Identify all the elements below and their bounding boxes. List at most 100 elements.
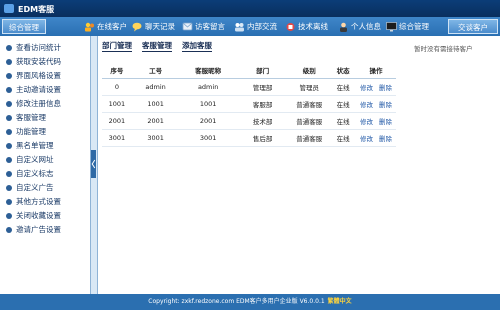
tab-agent-management[interactable]: 客服管理 <box>142 40 172 52</box>
bullet-icon <box>6 45 12 51</box>
table-cell: 在线 <box>330 78 356 96</box>
menu-personal-info[interactable]: 个人信息 <box>338 20 381 33</box>
sidebar-item-feature-management[interactable]: 功能管理 <box>6 126 46 138</box>
table-cell: 3001 <box>131 129 180 147</box>
right-panel: 暂时没有需接待客户 <box>410 36 500 294</box>
table-cell: 1001 <box>179 95 237 113</box>
table-cell: admin <box>179 78 237 96</box>
sidebar-item-install-code[interactable]: 获取安装代码 <box>6 56 61 68</box>
bullet-icon <box>6 87 12 93</box>
agent-table: 序号 工号 客服昵称 部门 级别 状态 操作 0 admin admin 管理部… <box>102 62 396 147</box>
monitor-icon <box>386 22 397 32</box>
table-cell: 在线 <box>330 95 356 113</box>
edit-link[interactable]: 修改 <box>360 135 373 143</box>
actions-cell: 修改 删除 <box>356 95 396 113</box>
delete-link[interactable]: 删除 <box>379 101 392 109</box>
chevron-left-icon <box>91 159 96 169</box>
tab-department-management[interactable]: 部门管理 <box>102 40 132 52</box>
sidebar-item-agent-management[interactable]: 客服管理 <box>6 112 46 124</box>
sidebar-item-ui-style[interactable]: 界面风格设置 <box>6 70 61 82</box>
collapse-left-handle[interactable] <box>91 150 96 178</box>
delete-link[interactable]: 删除 <box>379 118 392 126</box>
sidebar-item-other-methods[interactable]: 其他方式设置 <box>6 196 61 208</box>
tech-icon <box>285 22 296 32</box>
table-cell: 普通客服 <box>288 129 331 147</box>
table-cell: 1001 <box>102 95 132 113</box>
menu-bar: 综合管理 在线客户 聊天记录 访客留言 内部交流 技术离线 个人信息 综合管理 … <box>0 17 500 36</box>
bullet-icon <box>6 101 12 107</box>
bullet-icon <box>6 185 12 191</box>
sidebar: 查看访问统计 获取安装代码 界面风格设置 主动邀请设置 修改注册信息 客服管理 … <box>0 36 91 294</box>
menu-tech-offline[interactable]: 技术离线 <box>285 20 328 33</box>
sidebar-item-custom-url[interactable]: 自定义网址 <box>6 154 54 166</box>
table-cell: 普通客服 <box>288 95 331 113</box>
actions-cell: 修改 删除 <box>356 112 396 130</box>
edit-link[interactable]: 修改 <box>360 84 373 92</box>
chat-icon <box>132 22 143 32</box>
footer: Copyright: zxkf.redzone.com EDM客户多用户企业版 … <box>0 294 500 310</box>
delete-link[interactable]: 删除 <box>379 135 392 143</box>
bullet-icon <box>6 143 12 149</box>
language-link[interactable]: 繁體中文 <box>328 298 352 305</box>
bullet-icon <box>6 227 12 233</box>
table-row: 3001 3001 3001 售后部 普通客服 在线 修改 删除 <box>102 129 396 147</box>
copyright-text: Copyright: zxkf.redzone.com EDM客户多用户企业版 … <box>148 298 325 305</box>
message-icon <box>182 22 193 32</box>
no-customers-message: 暂时没有需接待客户 <box>414 45 473 53</box>
column-header: 操作 <box>356 62 396 79</box>
table-cell: 普通客服 <box>288 112 331 130</box>
menu-chat-records[interactable]: 聊天记录 <box>132 20 175 33</box>
table-cell: 客服部 <box>236 95 289 113</box>
bullet-icon <box>6 115 12 121</box>
table-cell: 技术部 <box>236 112 289 130</box>
column-header: 状态 <box>330 62 356 79</box>
sidebar-item-invite-settings[interactable]: 主动邀请设置 <box>6 84 61 96</box>
delete-link[interactable]: 删除 <box>379 84 392 92</box>
table-cell: 1001 <box>131 95 180 113</box>
menu-visitor-messages[interactable]: 访客留言 <box>182 20 225 33</box>
column-header: 部门 <box>236 62 289 79</box>
table-cell: 售后部 <box>236 129 289 147</box>
tab-chatting-customers[interactable]: 交谈客户 <box>448 19 498 34</box>
table-cell: 3001 <box>102 129 132 147</box>
bullet-icon <box>6 199 12 205</box>
bullet-icon <box>6 213 12 219</box>
tab-comprehensive-management[interactable]: 综合管理 <box>2 19 46 34</box>
sidebar-item-visit-stats[interactable]: 查看访问统计 <box>6 42 61 54</box>
table-cell: 3001 <box>179 129 237 147</box>
tab-add-agent[interactable]: 添加客服 <box>182 40 212 52</box>
app-logo-icon <box>4 4 14 13</box>
actions-cell: 修改 删除 <box>356 78 396 96</box>
sidebar-item-close-favorites[interactable]: 关闭收藏设置 <box>6 210 61 222</box>
app-title: EDM客服 <box>18 5 55 14</box>
table-row: 0 admin admin 管理部 管理员 在线 修改 删除 <box>102 78 396 96</box>
table-cell: 2001 <box>179 112 237 130</box>
menu-online-customers[interactable]: 在线客户 <box>84 20 127 33</box>
bullet-icon <box>6 73 12 79</box>
sidebar-item-custom-logo[interactable]: 自定义标志 <box>6 168 54 180</box>
table-cell: 管理部 <box>236 78 289 96</box>
main-panel: 部门管理 客服管理 添加客服 序号 工号 客服昵称 部门 级别 状态 操作 0 … <box>97 36 411 294</box>
menu-comprehensive-management[interactable]: 综合管理 <box>386 20 429 33</box>
sidebar-item-invite-ad[interactable]: 邀请广告设置 <box>6 224 61 236</box>
menu-internal-exchange[interactable]: 内部交流 <box>234 20 277 33</box>
title-bar: EDM客服 <box>0 0 500 17</box>
table-cell: 管理员 <box>288 78 331 96</box>
bullet-icon <box>6 157 12 163</box>
column-header: 级别 <box>288 62 331 79</box>
column-header: 工号 <box>131 62 180 79</box>
table-cell: 0 <box>102 78 132 96</box>
edit-link[interactable]: 修改 <box>360 118 373 126</box>
table-cell: 2001 <box>102 112 132 130</box>
bullet-icon <box>6 129 12 135</box>
table-row: 2001 2001 2001 技术部 普通客服 在线 修改 删除 <box>102 112 396 130</box>
edit-link[interactable]: 修改 <box>360 101 373 109</box>
sidebar-item-custom-ad[interactable]: 自定义广告 <box>6 182 54 194</box>
table-cell: 在线 <box>330 112 356 130</box>
sidebar-item-edit-registration[interactable]: 修改注册信息 <box>6 98 61 110</box>
table-header-row: 序号 工号 客服昵称 部门 级别 状态 操作 <box>102 62 396 79</box>
sidebar-item-blacklist[interactable]: 黑名单管理 <box>6 140 54 152</box>
actions-cell: 修改 删除 <box>356 129 396 147</box>
bullet-icon <box>6 171 12 177</box>
column-header: 序号 <box>102 62 132 79</box>
